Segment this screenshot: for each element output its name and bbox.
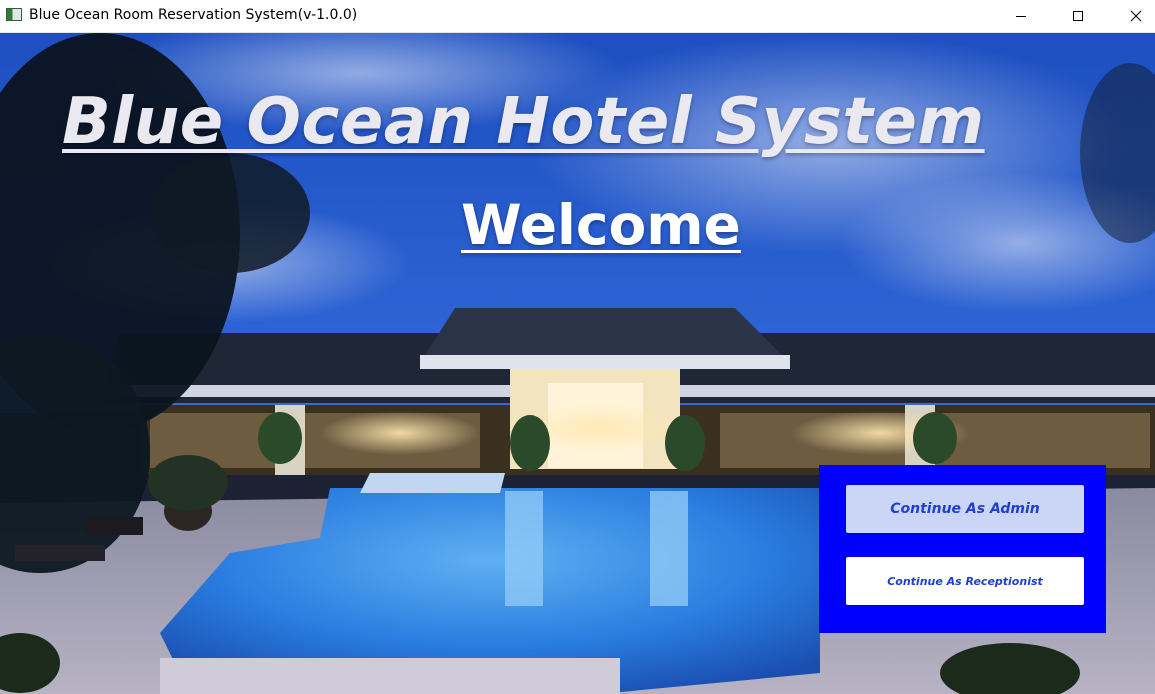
window-title: Blue Ocean Room Reservation System(v-1.0… (29, 7, 358, 23)
role-selection-panel: Continue As Admin Continue As Receptioni… (819, 465, 1106, 633)
app-icon (6, 8, 22, 21)
continue-as-receptionist-button[interactable]: Continue As Receptionist (846, 557, 1084, 605)
close-button[interactable] (1107, 0, 1155, 32)
maximize-button[interactable] (1049, 0, 1107, 32)
minimize-button[interactable] (992, 0, 1050, 32)
hotel-background: Blue Ocean Hotel System Welcome Continue… (0, 33, 1155, 694)
window-titlebar[interactable]: Blue Ocean Room Reservation System(v-1.0… (0, 0, 1155, 33)
close-icon (1130, 10, 1142, 22)
minimize-icon (1016, 16, 1026, 17)
app-heading: Blue Ocean Hotel System (62, 85, 985, 159)
maximize-icon (1073, 11, 1083, 21)
continue-as-admin-button[interactable]: Continue As Admin (846, 485, 1084, 533)
welcome-heading: Welcome (461, 193, 741, 257)
